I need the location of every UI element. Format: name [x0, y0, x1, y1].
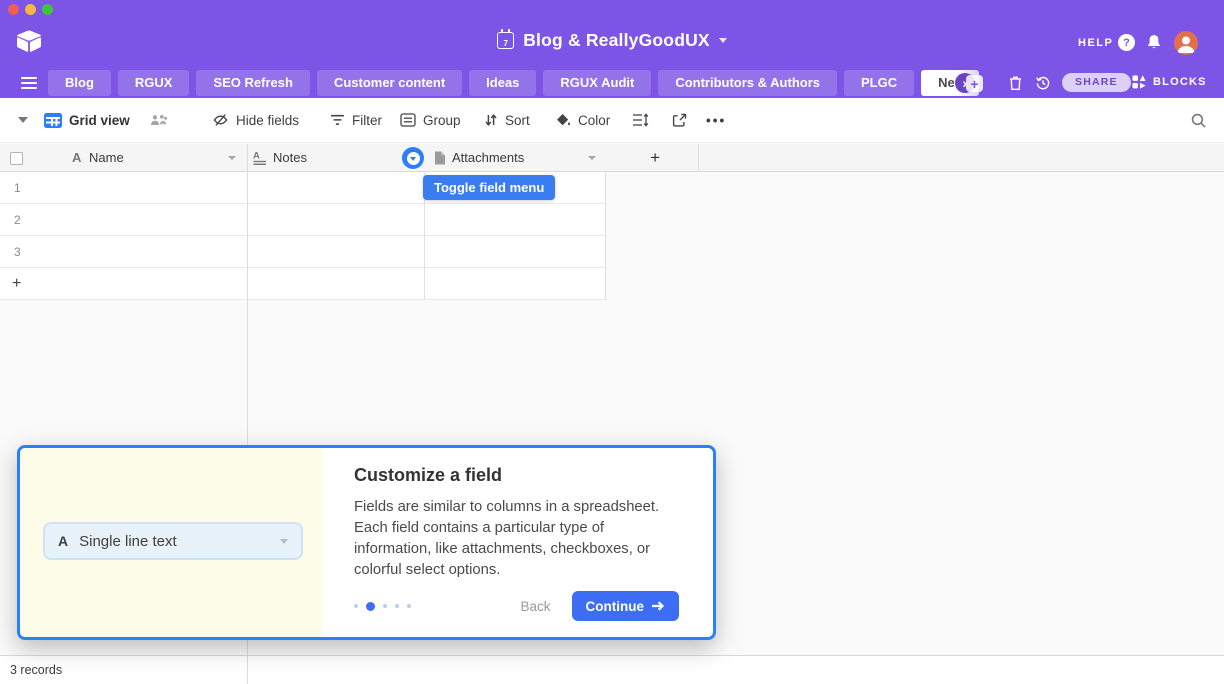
grid-view-icon: [44, 113, 62, 128]
pagination-dot: [383, 604, 387, 608]
calendar-icon: 7: [497, 32, 514, 49]
group-label: Group: [423, 113, 461, 128]
field-type-dropdown[interactable]: A Single line text: [43, 522, 303, 560]
share-view-icon: [672, 113, 687, 128]
color-label: Color: [578, 113, 610, 128]
tabbar: Blog RGUX SEO Refresh Customer content I…: [0, 68, 1224, 98]
row-height-icon: [632, 113, 649, 127]
tab-customer-content[interactable]: Customer content: [317, 70, 462, 96]
customize-field-modal: A Single line text Customize a field Fie…: [17, 445, 716, 640]
add-field-button[interactable]: +: [0, 144, 698, 172]
window-zoom-button[interactable]: [42, 4, 53, 15]
table-tabs: Blog RGUX SEO Refresh Customer content I…: [48, 70, 979, 96]
continue-button[interactable]: Continue: [572, 591, 680, 621]
tab-plgc[interactable]: PLGC: [844, 70, 914, 96]
sort-label: Sort: [505, 113, 530, 128]
blocks-button[interactable]: BLOCKS: [1132, 75, 1207, 89]
pagination-dot: [354, 604, 358, 608]
arrow-right-icon: [651, 601, 665, 611]
row-number: 1: [14, 172, 21, 204]
filter-icon: [330, 114, 345, 126]
tab-blog[interactable]: Blog: [48, 70, 111, 96]
grid-header-row: A Name A Notes Attachments +: [0, 144, 1224, 172]
modal-title: Customize a field: [354, 465, 713, 486]
filter-button[interactable]: Filter: [330, 98, 382, 142]
tab-ideas[interactable]: Ideas: [469, 70, 536, 96]
table-row[interactable]: 2: [0, 204, 605, 236]
tab-rgux-audit[interactable]: RGUX Audit: [543, 70, 651, 96]
hide-fields-label: Hide fields: [236, 113, 299, 128]
view-sidebar-caret[interactable]: [18, 98, 28, 142]
statusbar: 3 records: [0, 655, 1224, 684]
active-tab-label: Ne: [938, 75, 955, 90]
group-button[interactable]: Group: [400, 98, 461, 142]
modal-footer: Back Continue: [354, 591, 679, 621]
pagination-dots: [354, 602, 411, 611]
view-name: Grid view: [69, 113, 130, 128]
toggle-field-menu-tooltip: Toggle field menu: [423, 175, 555, 200]
user-avatar[interactable]: [1174, 31, 1198, 55]
history-icon[interactable]: [1035, 75, 1051, 91]
filter-label: Filter: [352, 113, 382, 128]
hide-fields-button[interactable]: Hide fields: [212, 98, 299, 142]
hide-fields-icon: [212, 112, 229, 128]
toggle-field-menu-button[interactable]: [402, 147, 424, 169]
record-count: 3 records: [10, 656, 62, 684]
column-divider: [698, 144, 699, 172]
view-toolbar: Grid view Hide fields Filter: [0, 98, 1224, 143]
base-title: Blog & ReallyGoodUX: [523, 30, 710, 51]
collaborators-icon[interactable]: [150, 98, 169, 142]
row-height-button[interactable]: [632, 98, 649, 142]
pagination-dot: [395, 604, 399, 608]
tab-contributors-authors[interactable]: Contributors & Authors: [658, 70, 837, 96]
blocks-icon: [1132, 75, 1146, 89]
add-row-button[interactable]: +: [0, 268, 605, 300]
continue-label: Continue: [586, 599, 645, 614]
sort-icon: [484, 113, 498, 127]
airtable-app: 7 Blog & ReallyGoodUX HELP ? Blog RGUX S…: [0, 0, 1224, 684]
more-options-button[interactable]: •••: [706, 98, 726, 142]
chevron-down-icon: [407, 152, 420, 165]
tab-seo-refresh[interactable]: SEO Refresh: [196, 70, 309, 96]
color-button[interactable]: Color: [556, 98, 610, 142]
modal-illustration-panel: A Single line text: [20, 448, 323, 637]
plus-icon: +: [12, 268, 21, 300]
help-icon[interactable]: ?: [1118, 34, 1135, 51]
row-number: 3: [14, 236, 21, 268]
row-number: 2: [14, 204, 21, 236]
chevron-down-icon: [719, 38, 727, 43]
chevron-down-icon: [280, 539, 288, 544]
hamburger-menu-icon[interactable]: [21, 77, 37, 89]
modal-content-panel: Customize a field Fields are similar to …: [323, 448, 713, 637]
add-table-button[interactable]: +: [966, 75, 983, 92]
table-row[interactable]: 3: [0, 236, 605, 268]
back-button[interactable]: Back: [520, 599, 550, 614]
share-view-button[interactable]: [672, 98, 687, 142]
sort-button[interactable]: Sort: [484, 98, 530, 142]
help-button[interactable]: HELP: [1078, 37, 1113, 49]
titlebar: 7 Blog & ReallyGoodUX HELP ?: [0, 0, 1224, 68]
trash-icon[interactable]: [1008, 75, 1023, 91]
view-switcher[interactable]: Grid view: [44, 98, 130, 142]
tab-rgux[interactable]: RGUX: [118, 70, 190, 96]
group-icon: [400, 113, 416, 127]
single-line-text-icon: A: [58, 533, 68, 549]
pagination-dot-active: [366, 602, 375, 611]
field-type-value: Single line text: [79, 533, 177, 550]
modal-body-text: Fields are similar to columns in a sprea…: [354, 497, 666, 581]
blocks-label: BLOCKS: [1153, 76, 1207, 88]
pagination-dot: [407, 604, 411, 608]
color-icon: [556, 113, 571, 128]
base-title-group[interactable]: 7 Blog & ReallyGoodUX: [0, 30, 1224, 51]
column-divider: [605, 172, 606, 300]
share-button[interactable]: SHARE: [1062, 73, 1131, 92]
search-icon[interactable]: [1190, 98, 1207, 142]
notifications-bell-icon[interactable]: [1146, 34, 1162, 51]
window-close-button[interactable]: [8, 4, 19, 15]
window-minimize-button[interactable]: [25, 4, 36, 15]
